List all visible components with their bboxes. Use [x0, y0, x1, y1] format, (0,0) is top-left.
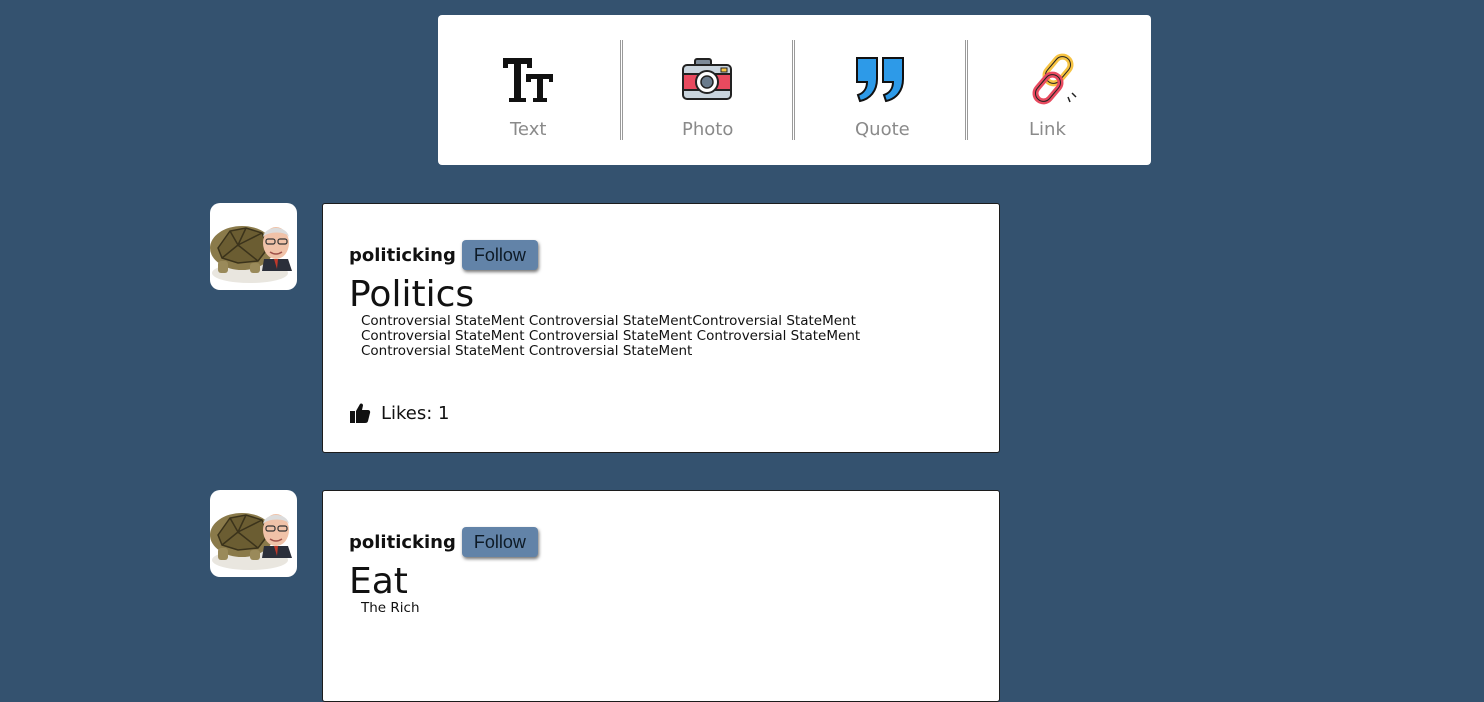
- post-username[interactable]: politicking: [349, 532, 456, 553]
- post-title: Eat: [349, 561, 408, 602]
- post-username[interactable]: politicking: [349, 245, 456, 266]
- avatar[interactable]: [210, 490, 297, 577]
- post-header: politicking Follow: [349, 527, 538, 557]
- follow-button[interactable]: Follow: [461, 527, 538, 557]
- quote-post-button[interactable]: Quote: [852, 15, 910, 165]
- post-title: Politics: [349, 274, 475, 315]
- avatar[interactable]: [210, 203, 297, 290]
- divider: [620, 40, 623, 140]
- text-post-button[interactable]: Text: [500, 15, 556, 165]
- photo-post-button[interactable]: Photo: [679, 15, 735, 165]
- post-card: politicking Follow Eat The Rich: [322, 490, 1000, 702]
- tortoise-avatar: [210, 226, 292, 283]
- camera-icon: [679, 51, 735, 107]
- post-body: The Rich: [361, 600, 420, 616]
- quote-post-label: Quote: [855, 119, 910, 140]
- link-post-button[interactable]: Link: [1026, 15, 1082, 165]
- chain-link-icon: [1026, 51, 1082, 107]
- post-body: Controversial StateMent Controversial St…: [361, 313, 861, 359]
- post-type-bar: Text Photo Quote Link: [438, 15, 1151, 165]
- divider: [965, 40, 968, 140]
- divider: [792, 40, 795, 140]
- text-format-icon: [500, 51, 556, 107]
- text-post-label: Text: [510, 119, 547, 140]
- quote-icon: [852, 51, 908, 107]
- photo-post-label: Photo: [682, 119, 734, 140]
- post-header: politicking Follow: [349, 240, 538, 270]
- tortoise-avatar: [210, 513, 292, 570]
- likes-count: Likes: 1: [381, 402, 450, 424]
- follow-button[interactable]: Follow: [461, 240, 538, 270]
- likes-row: Likes: 1: [349, 402, 450, 424]
- link-post-label: Link: [1029, 119, 1066, 140]
- post-card: politicking Follow Politics Controversia…: [322, 203, 1000, 453]
- thumbs-up-icon[interactable]: [349, 402, 371, 424]
